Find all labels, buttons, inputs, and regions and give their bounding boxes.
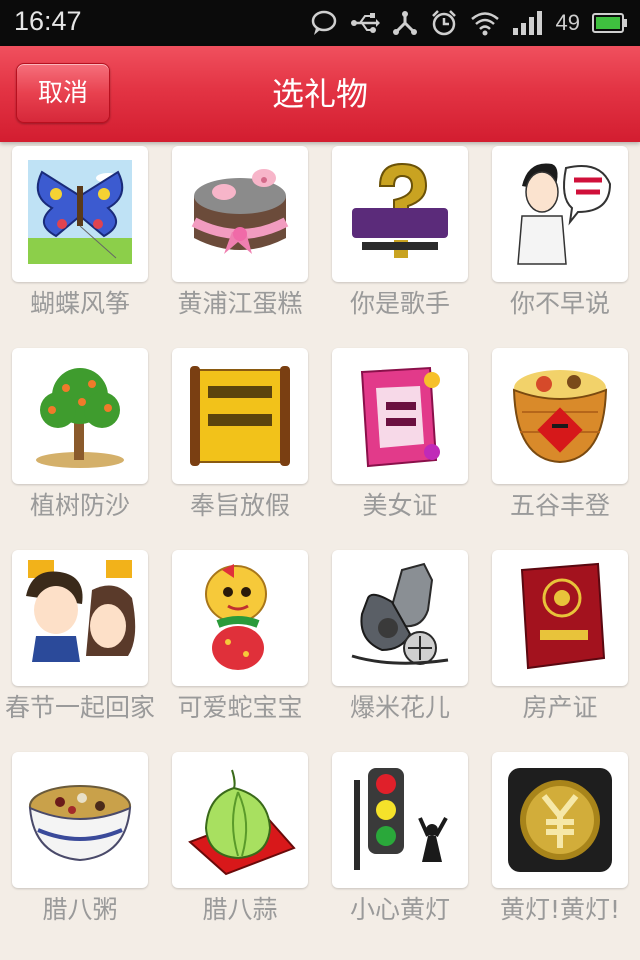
couple-icon (26, 560, 136, 662)
gift-name: 黄灯!黄灯! (499, 895, 621, 924)
usb-icon (350, 12, 380, 34)
singer-logo-icon (352, 162, 448, 258)
property-certificate-icon (520, 562, 606, 670)
gift-name: 蝴蝶风筝 (29, 289, 130, 318)
scroll-icon (190, 366, 290, 466)
gift-card[interactable] (492, 146, 628, 282)
gift-item[interactable]: 小心黄灯 (320, 750, 480, 952)
gift-item[interactable]: 你是歌手 (320, 144, 480, 346)
gift-item[interactable]: 黄浦江蛋糕 (160, 144, 320, 346)
gift-item[interactable]: 房产证 (480, 548, 640, 750)
beauty-certificate-icon (360, 366, 440, 468)
gift-card[interactable] (172, 550, 308, 686)
grain-basket-icon (512, 370, 608, 464)
gift-name: 五谷丰登 (509, 491, 610, 520)
gift-name: 春节一起回家 (4, 693, 155, 722)
gift-item[interactable]: 腊八粥 (0, 750, 160, 952)
chat-bubble-icon (310, 9, 338, 37)
gift-item[interactable]: 五谷丰登 (480, 346, 640, 548)
gift-card[interactable] (332, 348, 468, 484)
gift-name: 腊八蒜 (202, 895, 278, 924)
gift-item[interactable]: 可爱蛇宝宝 (160, 548, 320, 750)
signal-icon (512, 10, 544, 36)
gift-name: 小心黄灯 (349, 895, 450, 924)
gift-item[interactable]: 腊八蒜 (160, 750, 320, 952)
gift-card[interactable] (12, 752, 148, 888)
gift-card[interactable] (172, 146, 308, 282)
gift-name: 爆米花儿 (349, 693, 450, 722)
tree-icon (36, 368, 124, 468)
gift-name: 你是歌手 (349, 289, 450, 318)
gift-item[interactable]: 植树防沙 (0, 346, 160, 548)
gift-item[interactable]: 黄灯!黄灯! (480, 750, 640, 952)
gift-card[interactable] (332, 146, 468, 282)
garlic-icon (188, 769, 296, 876)
gift-item[interactable]: 美女证 (320, 346, 480, 548)
battery-percent: 49 (555, 10, 580, 35)
gift-card[interactable] (492, 550, 628, 686)
gift-card[interactable] (172, 752, 308, 888)
alarm-icon (430, 9, 458, 37)
snake-icon (205, 564, 267, 670)
status-icons: 49 (310, 7, 628, 39)
gift-card[interactable] (492, 348, 628, 484)
gift-name: 美女证 (362, 491, 438, 520)
gift-name: 房产证 (522, 693, 598, 722)
butterfly-kite-icon (28, 160, 132, 264)
share-icon (392, 10, 418, 36)
gift-item[interactable]: 春节一起回家 (0, 548, 160, 750)
gift-item[interactable]: 蝴蝶风筝 (0, 144, 160, 346)
gift-card[interactable] (332, 752, 468, 888)
traffic-light-icon (354, 768, 448, 870)
pig-cake-icon (191, 169, 289, 254)
battery-icon (592, 12, 628, 34)
wifi-icon (470, 10, 500, 36)
cartoon-man-icon (517, 163, 612, 265)
gift-name: 可爱蛇宝宝 (177, 693, 303, 722)
cancel-button[interactable]: 取消 (16, 63, 110, 123)
gift-card[interactable] (12, 348, 148, 484)
gift-name: 黄浦江蛋糕 (177, 289, 303, 318)
gift-name: 奉旨放假 (189, 491, 290, 520)
gift-card[interactable] (492, 752, 628, 888)
title-bar: 取消 选礼物 (0, 46, 640, 142)
porridge-bowl-icon (28, 785, 132, 862)
gift-name: 植树防沙 (29, 491, 130, 520)
gift-item[interactable]: 爆米花儿 (320, 548, 480, 750)
gift-item[interactable]: 奉旨放假 (160, 346, 320, 548)
gift-name: 你不早说 (509, 289, 610, 318)
gift-name: 腊八粥 (42, 895, 118, 924)
status-time: 16:47 (14, 6, 82, 36)
gift-item[interactable]: 你不早说 (480, 144, 640, 346)
yellow-light-icon (508, 768, 612, 872)
popcorn-machine-icon (351, 562, 449, 665)
gift-card[interactable] (332, 550, 468, 686)
gift-card[interactable] (12, 146, 148, 282)
status-bar: 16:47 49 (0, 0, 640, 46)
gift-card[interactable] (12, 550, 148, 686)
gift-card[interactable] (172, 348, 308, 484)
